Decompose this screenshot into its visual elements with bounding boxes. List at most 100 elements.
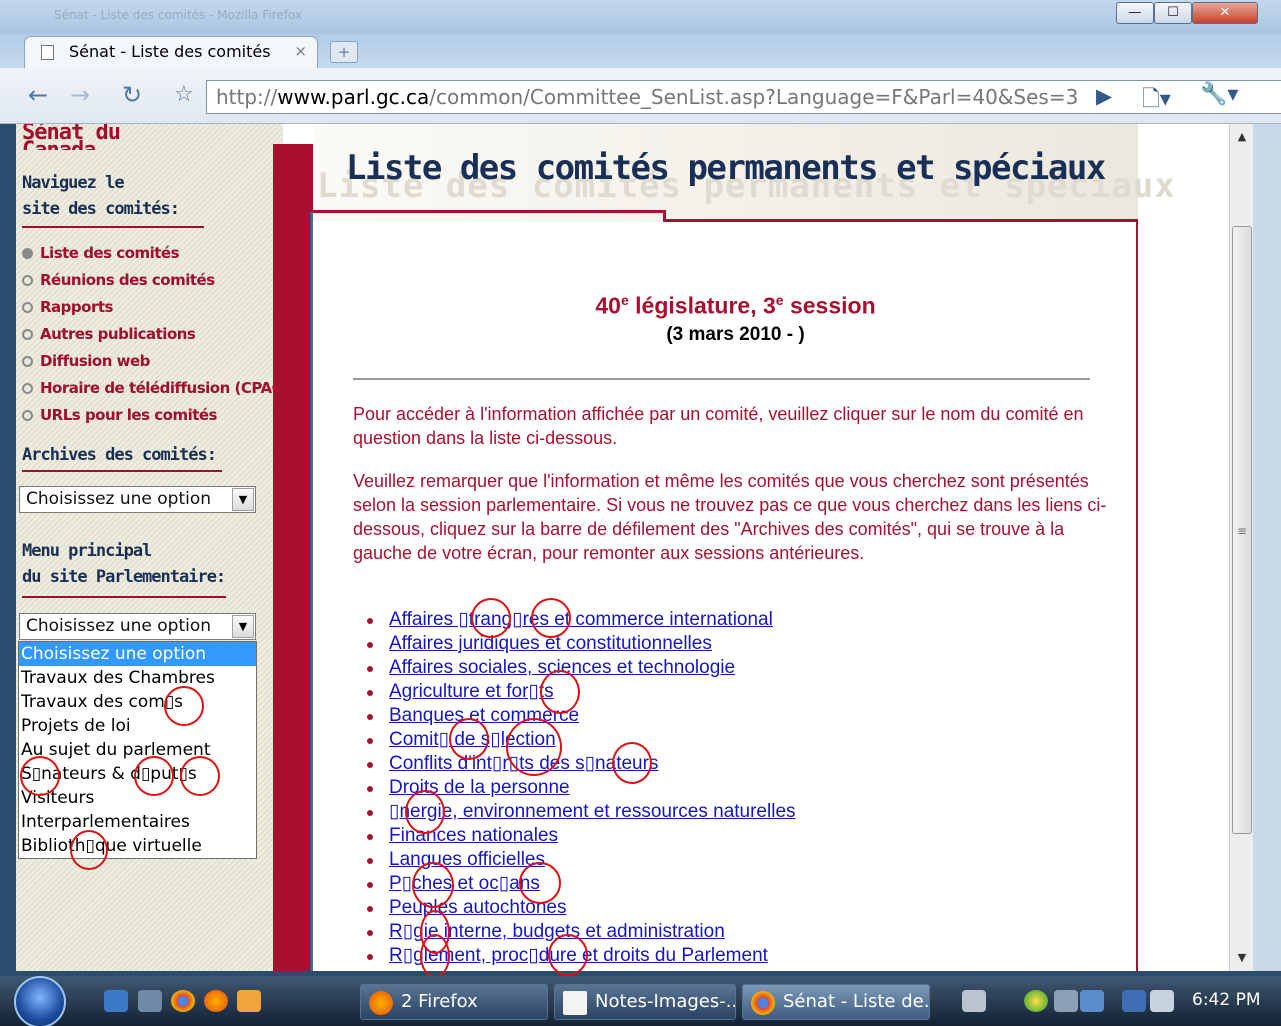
superscript: e <box>620 292 629 308</box>
nav-item-reunions[interactable]: Réunions des comités <box>22 271 288 298</box>
annotation-circle <box>449 718 489 760</box>
annotation-circle <box>134 756 174 796</box>
committee-list: Affaires ▯trang▯res et commerce internat… <box>367 608 796 968</box>
senat-banner: Sénat du Canada <box>22 124 121 150</box>
dropdown-option[interactable]: Choisissez une option <box>19 642 256 666</box>
wrench-icon[interactable]: 🔧▾ <box>1200 82 1238 107</box>
minimize-button[interactable]: — <box>1116 2 1154 24</box>
nav-item-rapports[interactable]: Rapports <box>22 298 288 325</box>
chevron-down-icon[interactable]: ▼ <box>232 488 254 511</box>
annotation-circle <box>164 686 204 726</box>
nav-item-diffusion-web[interactable]: Diffusion web <box>22 352 288 379</box>
vertical-scrollbar[interactable]: ▲ ≡ ▼ <box>1229 124 1253 971</box>
nav-heading-line2: site des comités: <box>22 199 180 219</box>
window-frame-right <box>1253 124 1281 971</box>
list-item: Peuples autochtones <box>367 896 796 920</box>
dropdown-option[interactable]: Interparlementaires <box>19 810 256 834</box>
annotation-circle <box>180 756 220 796</box>
browser-toolbar: ← → ↻ ☆ http://www.parl.gc.ca/common/Com… <box>0 68 1281 124</box>
tab-close-icon[interactable]: × <box>294 42 307 60</box>
usb-icon[interactable] <box>1054 990 1078 1012</box>
list-item: Agriculture et for▯ts <box>367 680 796 704</box>
divider <box>22 226 204 228</box>
url-text[interactable]: http://www.parl.gc.ca/common/Committee_S… <box>216 85 1078 109</box>
committee-link[interactable]: ▯nergie, environnement et ressources nat… <box>389 801 796 822</box>
archives-heading: Archives des comités: <box>22 445 217 465</box>
list-item: ▯nergie, environnement et ressources nat… <box>367 800 796 824</box>
firefox-icon[interactable] <box>204 990 228 1012</box>
annotation-circle <box>506 718 562 776</box>
committee-link[interactable]: Langues officielles <box>389 849 545 870</box>
address-bar[interactable]: http://www.parl.gc.ca/common/Committee_S… <box>206 80 1281 114</box>
list-item: Banques et commerce <box>367 704 796 728</box>
menu-heading-line2: du site Parlementaire: <box>22 567 226 587</box>
switch-windows-icon[interactable] <box>138 990 162 1012</box>
taskbar-notes[interactable]: Notes-Images-... <box>554 984 736 1020</box>
back-icon[interactable]: ← <box>28 80 48 110</box>
taskbar-label: Sénat - Liste de... <box>783 991 930 1012</box>
session-num: 40 <box>595 292 621 319</box>
divider <box>353 378 1090 380</box>
divider <box>22 596 226 598</box>
reload-icon[interactable]: ↻ <box>122 80 142 110</box>
menu-heading: Menu principal du site Parlementaire: <box>22 538 226 590</box>
page-menu-icon[interactable]: 🗋▾ <box>1142 82 1171 120</box>
divider <box>313 210 663 213</box>
dropdown-option[interactable]: Travaux des com▯s <box>19 690 256 714</box>
dropdown-option[interactable]: Projets de loi <box>19 714 256 738</box>
divider <box>663 219 1138 222</box>
url-scheme: http:// <box>216 85 278 109</box>
new-tab-button[interactable]: + <box>330 41 358 63</box>
forward-icon[interactable]: → <box>70 80 90 110</box>
tab-strip: Sénat - Liste des comités × + <box>0 34 1281 68</box>
show-desktop-icon[interactable] <box>104 990 128 1012</box>
dropdown-option[interactable]: Au sujet du parlement <box>19 738 256 762</box>
network-icon[interactable] <box>1122 990 1146 1012</box>
nav-item-label: Rapports <box>40 298 113 316</box>
scroll-up-icon[interactable]: ▲ <box>1230 124 1254 150</box>
firefox-icon <box>369 991 393 1015</box>
committee-link[interactable]: Affaires ▯trang▯res et commerce internat… <box>389 609 773 630</box>
tab-senat[interactable]: Sénat - Liste des comités × <box>24 36 318 68</box>
list-item: Affaires juridiques et constitutionnelle… <box>367 632 796 656</box>
clock: 6:42 PM <box>1192 990 1261 1010</box>
taskbar-chrome-window[interactable]: Sénat - Liste de... <box>742 984 930 1020</box>
nav-item-label: Réunions des comités <box>40 271 215 289</box>
close-button[interactable]: ✕ <box>1192 2 1258 24</box>
maximize-button[interactable]: ☐ <box>1154 2 1192 24</box>
sidebar: Sénat du Canada Naviguez le site des com… <box>16 124 289 971</box>
nav-item-liste-comites[interactable]: Liste des comités <box>22 244 288 271</box>
url-path: /common/Committee_SenList.asp?Language=F… <box>429 85 1079 109</box>
start-button[interactable] <box>14 976 66 1026</box>
document-icon <box>563 991 587 1015</box>
scroll-thumb[interactable]: ≡ <box>1232 226 1252 834</box>
dropdown-option[interactable]: Travaux des Chambres <box>19 666 256 690</box>
chevron-down-icon[interactable]: ▼ <box>232 615 254 638</box>
session-heading: 40e législature, 3e session <box>313 292 1158 320</box>
notice-paragraph: Veuillez remarquer que l'information et … <box>353 471 1107 563</box>
tab-title: Sénat - Liste des comités <box>69 42 271 61</box>
bookmark-star-icon[interactable]: ☆ <box>174 80 194 110</box>
network-monitor-icon[interactable] <box>1080 990 1104 1012</box>
volume-icon[interactable] <box>1150 990 1174 1012</box>
update-icon[interactable] <box>1024 990 1048 1012</box>
page-icon <box>41 45 54 60</box>
media-player-icon[interactable] <box>237 990 261 1012</box>
nav-item-horaire-cpac[interactable]: Horaire de télédiffusion (CPAC) <box>22 379 289 406</box>
window-caption: Sénat - Liste des comités - Mozilla Fire… <box>54 8 303 22</box>
taskbar-firefox-group[interactable]: 2 Firefox <box>360 984 548 1020</box>
scroll-down-icon[interactable]: ▼ <box>1230 945 1254 971</box>
dropdown-option[interactable]: Biblioth▯que virtuelle <box>19 834 256 858</box>
bullet-icon <box>22 248 33 259</box>
divider <box>22 470 222 472</box>
committee-link[interactable]: Agriculture et for▯ts <box>389 681 554 702</box>
annotation-circle <box>405 790 445 834</box>
archives-select[interactable]: Choisissez une option ▼ <box>19 486 256 513</box>
nav-item-urls[interactable]: URLs pour les comités <box>22 406 288 433</box>
go-icon[interactable]: ▶ <box>1096 84 1112 108</box>
chrome-icon[interactable] <box>171 990 195 1012</box>
keyboard-icon[interactable] <box>962 990 986 1012</box>
nav-item-autres-publications[interactable]: Autres publications <box>22 325 288 352</box>
main-menu-select[interactable]: Choisissez une option ▼ <box>19 613 256 640</box>
annotation-circle <box>471 598 511 638</box>
